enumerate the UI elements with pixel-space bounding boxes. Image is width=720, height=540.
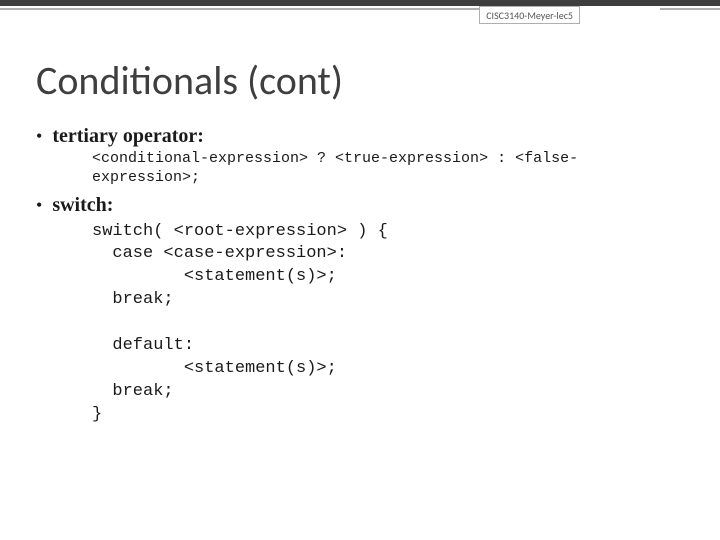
header-badge: CISC3140-Meyer-lec5 [479,6,580,24]
bullet-row: • tertiary operator: [36,125,680,148]
bullet-label: tertiary operator: [52,125,204,148]
header-bar-light [0,8,479,10]
slide: CISC3140-Meyer-lec5 Conditionals (cont) … [0,0,720,540]
bullet-dot-icon: • [36,196,42,214]
slide-content: • tertiary operator: <conditional-expres… [36,125,680,427]
bullet-label: switch: [52,194,113,217]
header-subbar-wrap: CISC3140-Meyer-lec5 [0,8,720,24]
slide-title: Conditionals (cont) [36,56,720,105]
header-bar-light-right [660,8,720,10]
bullet-code: <conditional-expression> ? <true-express… [92,150,680,188]
header-bar-dark [0,0,720,6]
bullet-code: switch( <root-expression> ) { case <case… [92,221,680,427]
bullet-dot-icon: • [36,127,42,145]
bullet-row: • switch: [36,194,680,217]
